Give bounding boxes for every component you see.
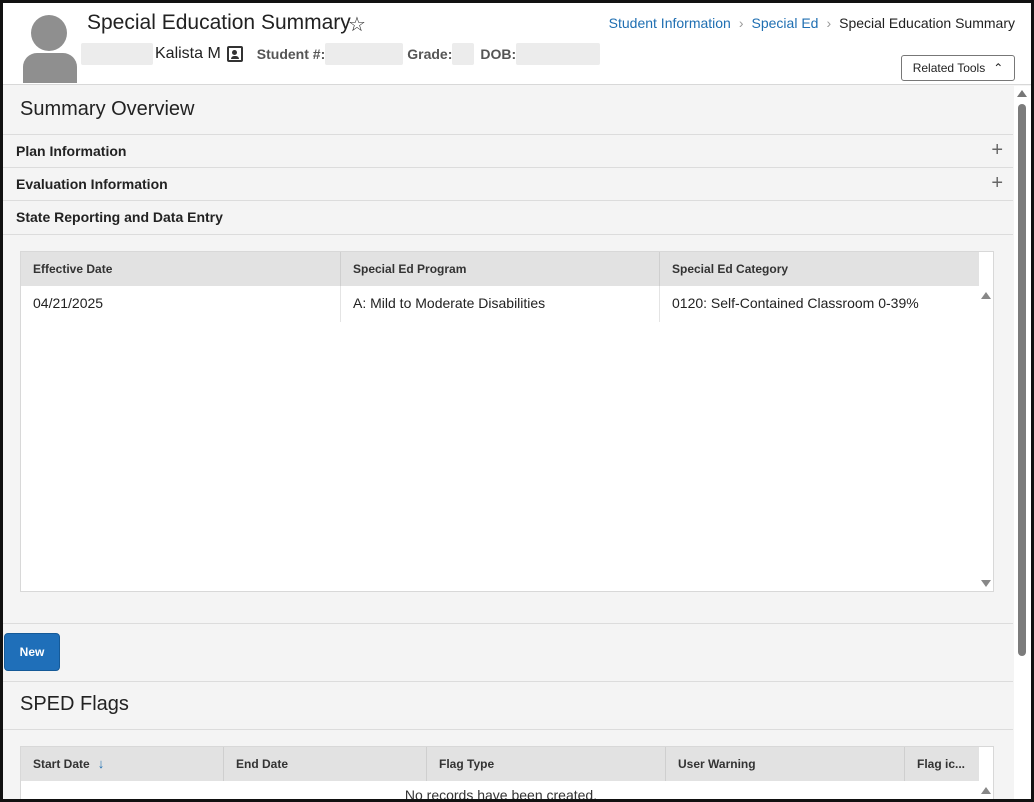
scroll-up-icon[interactable] xyxy=(1017,90,1027,97)
chevron-right-icon: › xyxy=(826,15,832,31)
scroll-up-icon[interactable] xyxy=(981,292,991,299)
column-start-date[interactable]: Start Date ↓ xyxy=(21,747,224,781)
redacted-first-name xyxy=(81,43,153,65)
breadcrumb-student-information[interactable]: Student Information xyxy=(609,15,731,31)
student-number-label: Student #: xyxy=(256,46,326,62)
student-info-line: Kalista M Student #: Grade: DOB: xyxy=(81,41,601,67)
new-button[interactable]: New xyxy=(4,633,60,671)
empty-message: No records have been created. xyxy=(404,787,598,802)
section-label: State Reporting and Data Entry xyxy=(16,209,223,225)
section-evaluation-information[interactable]: Evaluation Information + xyxy=(3,167,1013,200)
table-scrollbar[interactable] xyxy=(979,286,993,591)
state-reporting-panel: Effective Date Special Ed Program Specia… xyxy=(3,234,1013,624)
app-window: Special Education Summary ☆ Kalista M St… xyxy=(0,0,1034,802)
dob-label: DOB: xyxy=(480,46,517,62)
cell-special-ed-program: A: Mild to Moderate Disabilities xyxy=(341,286,660,322)
state-reporting-table: Effective Date Special Ed Program Specia… xyxy=(20,251,994,592)
page-scrollbar[interactable] xyxy=(1014,86,1031,799)
section-state-reporting[interactable]: State Reporting and Data Entry xyxy=(3,200,1013,233)
chevron-up-icon: ⌃ xyxy=(993,61,1004,75)
scroll-down-icon[interactable] xyxy=(981,580,991,587)
cell-special-ed-category: 0120: Self-Contained Classroom 0-39% xyxy=(672,295,919,311)
table-header: Effective Date Special Ed Program Specia… xyxy=(21,252,979,286)
breadcrumb-special-ed[interactable]: Special Ed xyxy=(752,15,819,31)
column-user-warning[interactable]: User Warning xyxy=(666,747,905,781)
chevron-right-icon: › xyxy=(738,15,744,31)
avatar xyxy=(21,13,79,83)
redacted-student-number xyxy=(325,43,404,65)
grade-label: Grade: xyxy=(407,46,453,62)
column-label: Start Date xyxy=(33,757,90,771)
section-plan-information[interactable]: Plan Information + xyxy=(3,134,1013,167)
page-title: Special Education Summary xyxy=(87,11,351,34)
plus-icon[interactable]: + xyxy=(991,172,1003,195)
column-flag-icon[interactable]: Flag ic... xyxy=(905,747,979,781)
related-tools-label: Related Tools xyxy=(912,61,986,75)
summary-overview-title: Summary Overview xyxy=(20,98,195,120)
breadcrumb-current: Special Education Summary xyxy=(839,15,1015,31)
table-scrollbar[interactable] xyxy=(979,781,993,799)
avatar-body xyxy=(23,53,77,83)
column-special-ed-category[interactable]: Special Ed Category xyxy=(660,252,979,286)
column-end-date[interactable]: End Date xyxy=(224,747,427,781)
table-row[interactable]: 04/21/2025 A: Mild to Moderate Disabilit… xyxy=(21,286,979,322)
related-tools-button[interactable]: Related Tools ⌃ xyxy=(901,55,1015,81)
table-header: Start Date ↓ End Date Flag Type User Warn… xyxy=(21,747,979,781)
cell-effective-date: 04/21/2025 xyxy=(21,286,341,322)
section-label: Evaluation Information xyxy=(16,176,168,192)
breadcrumb: Student Information › Special Ed › Speci… xyxy=(609,15,1015,31)
redacted-grade xyxy=(452,43,475,65)
arrow-down-icon[interactable]: ↓ xyxy=(98,756,105,771)
divider xyxy=(3,729,1013,730)
column-special-ed-program[interactable]: Special Ed Program xyxy=(341,252,660,286)
student-header: Special Education Summary ☆ Kalista M St… xyxy=(3,3,1031,85)
student-name: Kalista M xyxy=(155,45,221,62)
plus-icon[interactable]: + xyxy=(991,139,1003,162)
sped-flags-table: Start Date ↓ End Date Flag Type User Warn… xyxy=(20,746,994,802)
contact-card-icon[interactable] xyxy=(226,46,243,62)
scroll-up-icon[interactable] xyxy=(981,787,991,794)
sped-flags-title: SPED Flags xyxy=(20,693,129,715)
sped-flags-panel: SPED Flags Start Date ↓ End Date Flag Typ… xyxy=(3,681,1013,802)
scrollbar-thumb[interactable] xyxy=(1018,104,1026,656)
column-flag-type[interactable]: Flag Type xyxy=(427,747,666,781)
star-outline-icon[interactable]: ☆ xyxy=(348,12,366,37)
section-label: Plan Information xyxy=(16,143,127,159)
redacted-dob xyxy=(516,43,601,65)
avatar-head xyxy=(31,15,67,51)
column-effective-date[interactable]: Effective Date xyxy=(21,252,341,286)
main-content: Summary Overview Plan Information + Eval… xyxy=(3,86,1013,802)
